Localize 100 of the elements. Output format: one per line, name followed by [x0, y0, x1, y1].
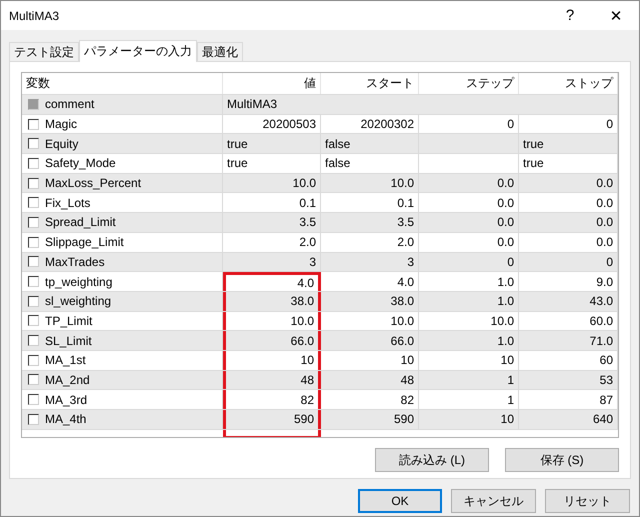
- table-cell: 3: [223, 252, 321, 272]
- table-cell: 87: [519, 390, 618, 409]
- help-button[interactable]: ?: [547, 1, 593, 30]
- checkbox[interactable]: [28, 178, 39, 189]
- column-header[interactable]: スタート: [321, 73, 419, 94]
- checkbox[interactable]: [28, 118, 39, 130]
- table-cell: 43.0: [519, 292, 618, 311]
- parameter-label: Magic: [45, 117, 78, 132]
- table-row[interactable]: TP_Limit 10.0 10.0 10.0 60.0: [22, 312, 618, 332]
- table-row[interactable]: Magic 20200503 20200302 0 0: [22, 114, 618, 134]
- table-cell: 0.1: [321, 193, 419, 212]
- table-row[interactable]: Fix_Lots 0.1 0.1 0.0 0.0: [22, 193, 618, 214]
- table-row[interactable]: Slippage_Limit 2.0 2.0 0.0 0.0: [22, 232, 618, 252]
- table-cell: 10.0: [419, 312, 519, 330]
- table-cell: false: [321, 154, 419, 173]
- parameter-label: Slippage_Limit: [45, 235, 124, 250]
- table-cell: 10: [419, 410, 519, 429]
- checkbox[interactable]: [28, 374, 39, 386]
- parameter-label: Safety_Mode: [45, 156, 116, 170]
- table-row[interactable]: MaxLoss_Percent 10.0 10.0 0.0 0.0: [22, 174, 618, 194]
- table-cell: 66.0: [321, 331, 419, 350]
- tab[interactable]: パラメーターの入力: [79, 40, 197, 62]
- panel-button[interactable]: 保存 (S): [505, 448, 619, 472]
- table-cell: 0: [419, 252, 519, 272]
- checkbox[interactable]: [28, 236, 39, 248]
- tab[interactable]: 最適化: [197, 42, 243, 61]
- table-cell: 640: [519, 410, 618, 429]
- table-row[interactable]: Safety_Mode true false true: [22, 154, 618, 174]
- checkbox[interactable]: [28, 138, 39, 150]
- table-cell: 1: [419, 390, 519, 409]
- dialog-button[interactable]: リセット: [545, 489, 630, 513]
- table-cell: 9.0: [519, 272, 618, 291]
- dialog-button[interactable]: キャンセル: [451, 489, 536, 513]
- table-cell: true: [223, 154, 321, 173]
- table-cell: 10: [419, 350, 519, 370]
- table-row[interactable]: MA_2nd 48 48 1 53: [22, 370, 618, 390]
- table-cell: 0.0: [419, 213, 519, 232]
- table-cell: 0: [519, 252, 618, 272]
- parameter-label: Equity: [45, 136, 78, 151]
- window-title: MultiMA3: [9, 8, 60, 22]
- table-cell: 0: [419, 114, 519, 134]
- table-cell: 2.0: [223, 232, 321, 252]
- checkbox[interactable]: [28, 335, 39, 346]
- checkbox[interactable]: [28, 197, 39, 208]
- table-row[interactable]: Equity true false true: [22, 134, 618, 154]
- column-header[interactable]: 値: [223, 73, 321, 94]
- table-cell: false: [321, 134, 419, 154]
- checkbox[interactable]: [28, 276, 39, 288]
- parameter-label: MA_2nd: [45, 372, 90, 387]
- table-cell: 48: [321, 370, 419, 390]
- column-header[interactable]: 変数: [22, 73, 223, 94]
- table-cell: true: [519, 134, 618, 154]
- checkbox[interactable]: [28, 394, 39, 406]
- table-cell: 20200302: [321, 114, 419, 134]
- table-cell: 0.0: [519, 174, 618, 192]
- checkbox[interactable]: [28, 158, 39, 169]
- table-row[interactable]: SL_Limit 66.0 66.0 1.0 71.0: [22, 331, 618, 351]
- parameter-label: sl_weighting: [45, 294, 112, 308]
- table-cell: 2.0: [321, 232, 419, 252]
- tab[interactable]: テスト設定: [9, 42, 79, 61]
- checkbox[interactable]: [28, 216, 39, 228]
- table-row[interactable]: MA_1st 10 10 10 60: [22, 350, 618, 371]
- table-cell: 0.0: [519, 213, 618, 232]
- table-cell: 10.0: [321, 174, 419, 192]
- table-cell: 0.0: [419, 193, 519, 212]
- dialog-button[interactable]: OK: [358, 489, 442, 513]
- column-header[interactable]: ストップ: [519, 73, 618, 94]
- checkbox[interactable]: [28, 296, 39, 307]
- table-cell: 20200503: [223, 114, 321, 134]
- parameter-label: SL_Limit: [45, 334, 92, 348]
- checkbox[interactable]: [28, 256, 39, 268]
- checkbox[interactable]: [28, 354, 39, 366]
- table-cell: 4.0: [321, 272, 419, 291]
- table-cell: 3.5: [321, 213, 419, 232]
- table-cell: 82: [321, 390, 419, 409]
- table-row[interactable]: MA_4th 590 590 10 640: [22, 410, 618, 430]
- table-row[interactable]: MaxTrades 3 3 0 0: [22, 252, 618, 272]
- table-cell: 71.0: [519, 331, 618, 350]
- table-cell: 38.0: [321, 292, 419, 311]
- table-cell: 1.0: [419, 292, 519, 311]
- table-row[interactable]: Spread_Limit 3.5 3.5 0.0 0.0: [22, 213, 618, 233]
- table-row[interactable]: MA_3rd 82 82 1 87: [22, 390, 618, 410]
- column-header[interactable]: ステップ: [419, 73, 519, 94]
- parameter-label: MA_3rd: [45, 392, 88, 407]
- table-cell: 0.1: [223, 193, 321, 212]
- table-cell: 1.0: [419, 331, 519, 350]
- table-row[interactable]: sl_weighting 38.0 38.0 1.0 43.0: [22, 292, 618, 312]
- checkbox[interactable]: [28, 414, 39, 425]
- table-cell: MultiMA3: [223, 95, 618, 114]
- close-button[interactable]: ✕: [593, 1, 639, 30]
- table-cell: 3: [321, 252, 419, 272]
- parameter-label: MaxTrades: [45, 254, 105, 269]
- table-row[interactable]: tp_weighting 4.0 4.0 1.0 9.0: [22, 272, 618, 292]
- table-cell: 60.0: [519, 312, 618, 330]
- panel-button[interactable]: 読み込み (L): [375, 448, 489, 472]
- checkbox[interactable]: [28, 315, 39, 326]
- parameter-label: MaxLoss_Percent: [45, 176, 142, 190]
- parameter-label: MA_4th: [45, 412, 86, 426]
- table-cell: 53: [519, 370, 618, 390]
- parameter-label: MA_1st: [45, 353, 86, 368]
